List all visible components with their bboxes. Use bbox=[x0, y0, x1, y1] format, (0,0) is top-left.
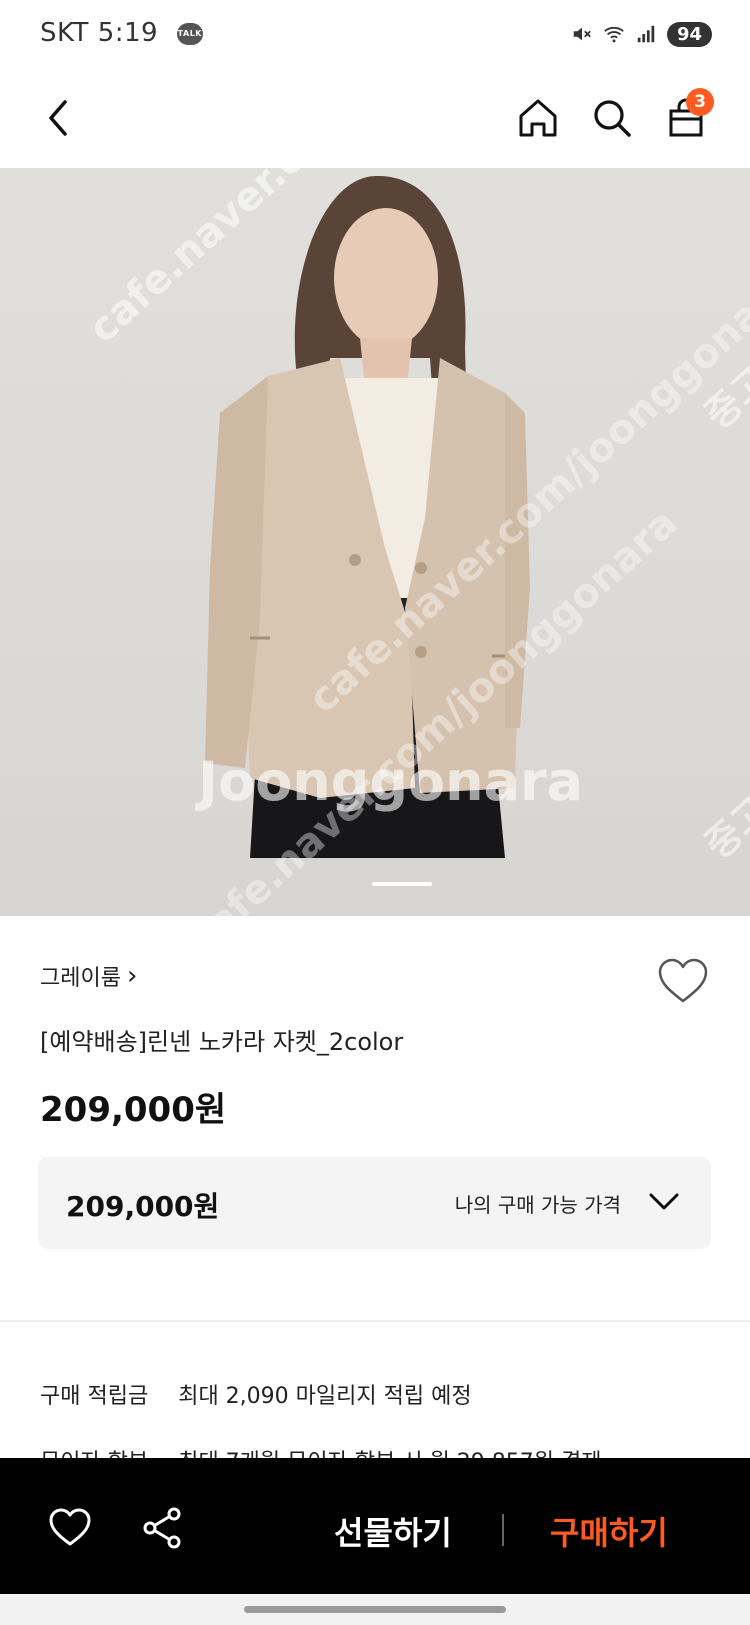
brand-name: 그레이룸 bbox=[40, 966, 121, 991]
share-icon[interactable] bbox=[140, 1506, 184, 1550]
my-price-label: 나의 구매 가능 가격 bbox=[454, 1193, 621, 1217]
home-button[interactable] bbox=[508, 88, 568, 148]
product-name: [예약배송]린넨 노카라 자켓_2color bbox=[40, 1028, 404, 1056]
bottom-action-bar: 선물하기 구매하기 bbox=[0, 1458, 750, 1594]
status-right: 94 bbox=[571, 18, 712, 50]
my-price-value: 209,000원 bbox=[66, 1190, 220, 1223]
image-page-indicator bbox=[372, 882, 432, 886]
home-icon bbox=[519, 99, 557, 137]
chevron-right-icon: › bbox=[126, 961, 138, 991]
gesture-bar-area bbox=[0, 1594, 750, 1625]
product-price: 209,000원 bbox=[40, 1090, 227, 1130]
talk-icon: TALK bbox=[176, 22, 203, 45]
status-left: SKT 5:19 TALK bbox=[40, 18, 203, 48]
clock: 5:19 bbox=[97, 18, 159, 48]
mileage-value: 최대 2,090 마일리지 적립 예정 bbox=[178, 1384, 472, 1409]
wishlist-button[interactable] bbox=[656, 956, 710, 1006]
gift-button[interactable]: 선물하기 bbox=[334, 1508, 452, 1554]
chevron-down-icon bbox=[649, 1193, 679, 1210]
battery-indicator: 94 bbox=[666, 21, 712, 47]
mileage-label: 구매 적립금 bbox=[40, 1384, 149, 1409]
buy-button[interactable]: 구매하기 bbox=[550, 1508, 668, 1554]
home-gesture-handle[interactable] bbox=[244, 1606, 506, 1613]
my-price-box[interactable]: 209,000원 나의 구매 가능 가격 bbox=[38, 1157, 711, 1249]
signal-icon bbox=[637, 25, 655, 43]
search-button[interactable] bbox=[582, 88, 642, 148]
brand-link[interactable]: 그레이룸 › bbox=[40, 960, 137, 992]
cart-count-badge: 3 bbox=[686, 88, 714, 116]
back-button[interactable] bbox=[28, 88, 88, 148]
product-image[interactable]: Joonggonara cafe.naver.com/joonggonara c… bbox=[0, 168, 750, 916]
wifi-icon bbox=[604, 26, 624, 43]
heart-icon bbox=[658, 958, 708, 1003]
cart-button[interactable]: 3 bbox=[656, 88, 716, 148]
heart-icon[interactable] bbox=[48, 1506, 92, 1550]
status-bar: SKT 5:19 TALK 94 bbox=[0, 0, 750, 68]
chevron-left-icon bbox=[49, 100, 67, 136]
mute-icon bbox=[573, 27, 591, 41]
mileage-row: 구매 적립금 최대 2,090 마일리지 적립 예정 bbox=[40, 1378, 472, 1410]
carrier-label: SKT bbox=[40, 18, 89, 48]
section-divider bbox=[0, 1320, 750, 1322]
top-nav: 3 bbox=[0, 68, 750, 168]
search-icon bbox=[594, 100, 631, 137]
separator bbox=[502, 1514, 504, 1546]
